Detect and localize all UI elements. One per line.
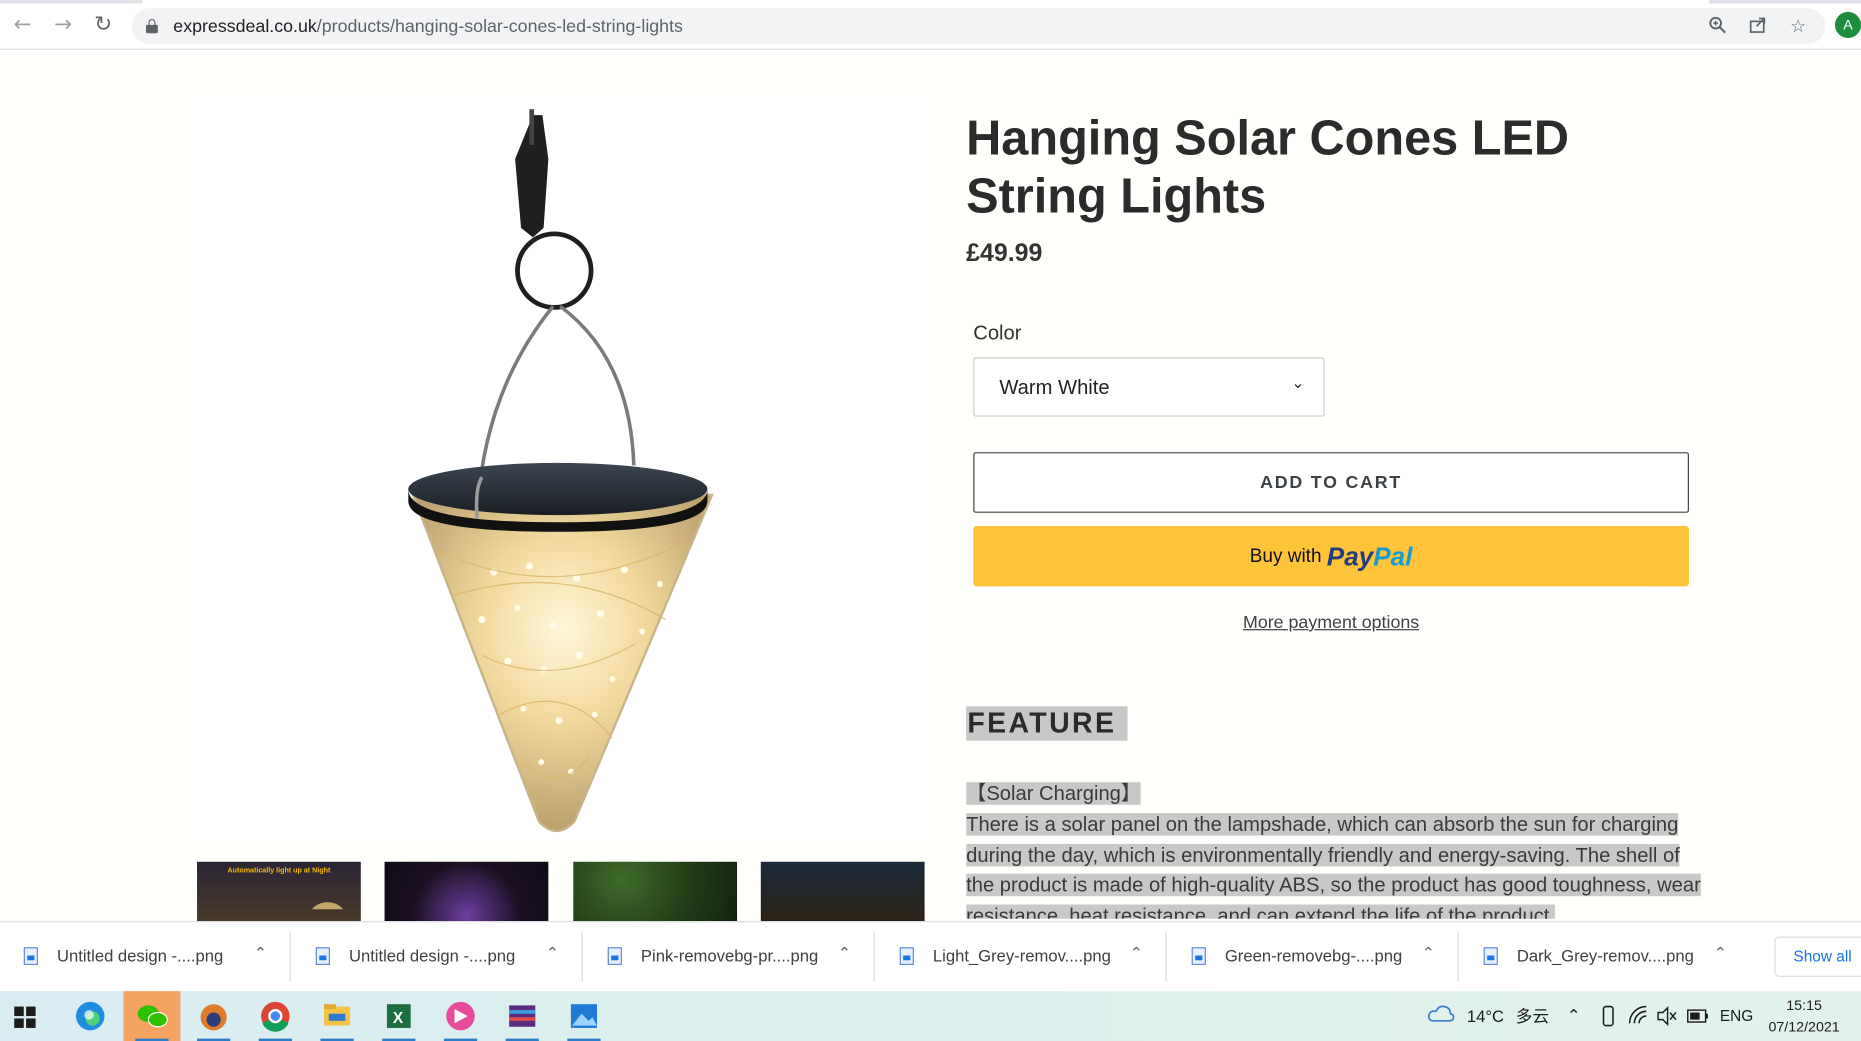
- volume-muted-icon[interactable]: [1656, 991, 1677, 1041]
- winrar-icon[interactable]: [494, 991, 551, 1041]
- cloud-icon: [1427, 993, 1455, 1041]
- start-button[interactable]: [0, 991, 57, 1041]
- download-item[interactable]: Green-removebg-....png ⌃: [1168, 922, 1459, 991]
- more-payment-options-link[interactable]: More payment options: [973, 612, 1689, 632]
- product-title: Hanging Solar Cones LED String Lights: [966, 110, 1570, 224]
- battery-icon[interactable]: [1687, 991, 1711, 1041]
- zoom-icon[interactable]: [1707, 15, 1728, 36]
- file-explorer-icon[interactable]: [309, 991, 366, 1041]
- product-price: £49.99: [966, 239, 1043, 268]
- bookmark-star-icon[interactable]: ☆: [1787, 15, 1808, 36]
- image-file-icon: [315, 947, 330, 966]
- thumbnail-1[interactable]: Automatically light up at Night: [197, 861, 361, 922]
- input-language[interactable]: ENG: [1720, 991, 1753, 1041]
- system-clock[interactable]: 15:15 07/12/2021: [1757, 995, 1852, 1038]
- clock-date: 07/12/2021: [1768, 1018, 1840, 1036]
- paypal-button[interactable]: Buy with PayPal: [973, 525, 1689, 587]
- wechat-icon[interactable]: [123, 991, 181, 1041]
- image-file-icon: [899, 947, 914, 966]
- app-pet-icon[interactable]: [185, 991, 242, 1041]
- tab-strip: [0, 0, 1861, 4]
- chevron-up-icon[interactable]: ⌃: [1422, 945, 1435, 963]
- thumbnail-3[interactable]: [573, 861, 738, 922]
- chevron-up-icon[interactable]: ⌃: [254, 945, 267, 963]
- share-icon[interactable]: [1747, 15, 1768, 36]
- chevron-up-icon[interactable]: ⌃: [1714, 945, 1727, 963]
- forward-icon[interactable]: →: [50, 12, 76, 38]
- chrome-icon[interactable]: [247, 991, 304, 1041]
- clock-time: 15:15: [1786, 997, 1822, 1014]
- photos-icon[interactable]: [555, 991, 612, 1041]
- windows-taskbar: X 14°C 多云 ⌃ ENG 15:15 07/12/2021: [0, 991, 1861, 1041]
- edge-icon[interactable]: [62, 991, 119, 1041]
- tray-overflow-chevron-icon[interactable]: ⌃: [1567, 991, 1581, 1041]
- product-main-image[interactable]: [197, 97, 924, 841]
- add-to-cart-button[interactable]: ADD TO CART: [973, 452, 1689, 513]
- chevron-up-icon[interactable]: ⌃: [1130, 945, 1143, 963]
- download-item[interactable]: Light_Grey-remov....png ⌃: [876, 922, 1167, 991]
- show-all-downloads-button[interactable]: Show all: [1774, 936, 1861, 977]
- color-select-value: Warm White: [999, 376, 1110, 399]
- chevron-down-icon: ⌄: [1291, 375, 1305, 393]
- wifi-icon[interactable]: [1627, 991, 1648, 1041]
- back-icon[interactable]: ←: [9, 12, 35, 38]
- reload-icon[interactable]: ↻: [90, 12, 116, 38]
- image-file-icon: [607, 947, 622, 966]
- image-file-icon: [1483, 947, 1498, 966]
- lock-icon[interactable]: [145, 18, 158, 34]
- app-arrow-icon[interactable]: [432, 991, 489, 1041]
- download-item[interactable]: Dark_Grey-remov....png ⌃: [1460, 922, 1751, 991]
- description-text: There is a solar panel on the lampshade,…: [966, 812, 1701, 919]
- svg-text:X: X: [393, 1010, 404, 1027]
- windows-logo-icon: [14, 1006, 36, 1028]
- profile-avatar[interactable]: A: [1834, 11, 1861, 38]
- downloads-bar: Untitled design -....png ⌃ Untitled desi…: [0, 921, 1861, 992]
- usb-icon[interactable]: [1600, 991, 1617, 1041]
- chevron-up-icon[interactable]: ⌃: [838, 945, 851, 963]
- image-file-icon: [1191, 947, 1206, 966]
- chevron-up-icon[interactable]: ⌃: [546, 945, 559, 963]
- download-item[interactable]: Untitled design -....png ⌃: [0, 922, 291, 991]
- address-bar[interactable]: expressdeal.co.uk/products/hanging-solar…: [131, 8, 1826, 44]
- download-item[interactable]: Pink-removebg-pr....png ⌃: [584, 922, 875, 991]
- browser-toolbar: ← → ↻ expressdeal.co.uk/products/hanging…: [0, 0, 1861, 50]
- feature-heading: FEATURE: [966, 706, 1128, 741]
- color-select[interactable]: Warm White ⌄: [973, 357, 1325, 417]
- image-file-icon: [23, 947, 38, 966]
- excel-icon[interactable]: X: [370, 991, 427, 1041]
- color-label: Color: [973, 321, 1022, 345]
- url-text[interactable]: expressdeal.co.uk/products/hanging-solar…: [173, 17, 683, 37]
- product-description: 【Solar Charging】 There is a solar panel …: [966, 779, 1702, 919]
- description-subheading: 【Solar Charging】: [966, 782, 1142, 805]
- thumbnail-4[interactable]: [760, 861, 925, 922]
- thumbnail-2[interactable]: [384, 861, 549, 922]
- download-item[interactable]: Untitled design -....png ⌃: [292, 922, 583, 991]
- weather-widget[interactable]: 14°C 多云: [1427, 991, 1549, 1041]
- paypal-logo: PayPal: [1326, 541, 1413, 572]
